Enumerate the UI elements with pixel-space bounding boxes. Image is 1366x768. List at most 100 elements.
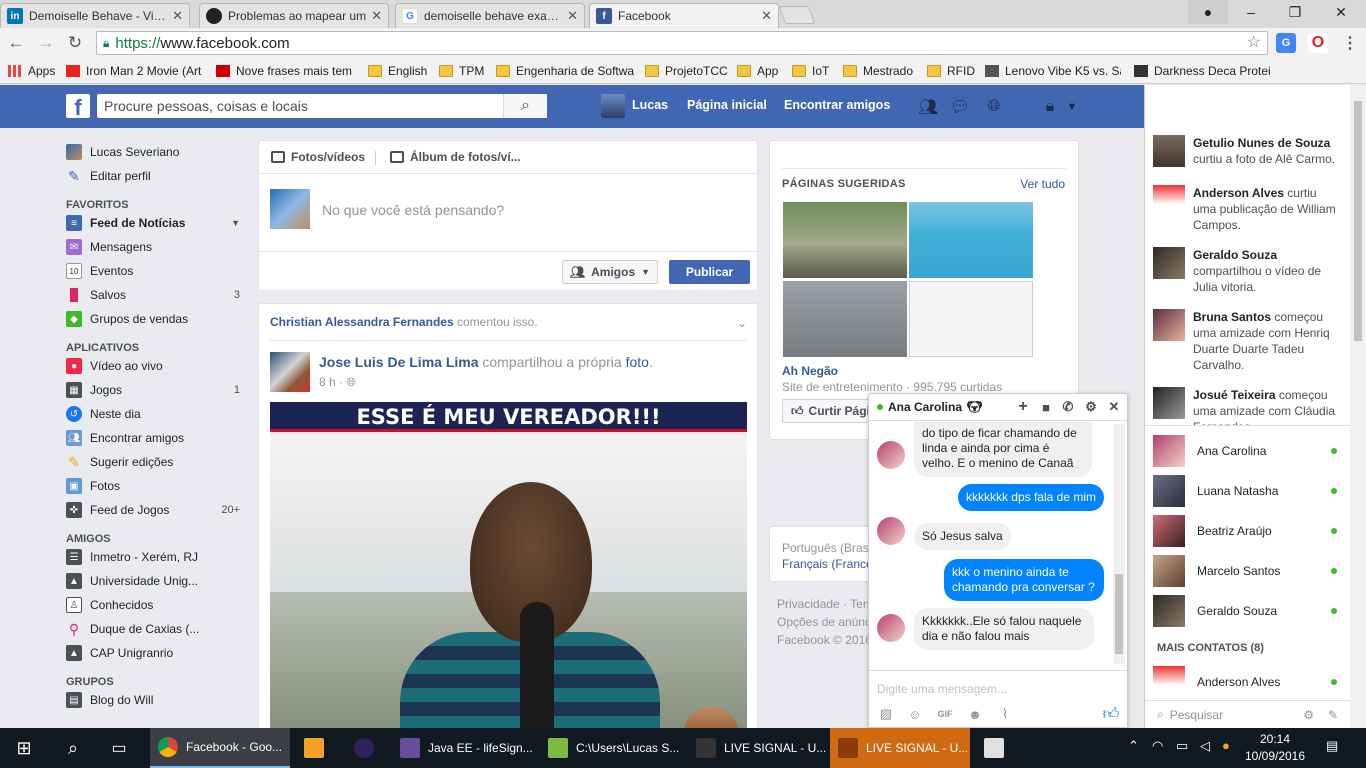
photo-link[interactable]: foto: [626, 354, 649, 370]
taskbar-app-media[interactable]: [296, 728, 340, 768]
bookmark-folder-projetotcc[interactable]: ProjetoTCC: [645, 62, 731, 80]
sidebar-item-news-feed[interactable]: ≡ Feed de Notícias ▼: [66, 211, 246, 235]
like-thumb-icon[interactable]: 👍︎: [1102, 705, 1120, 723]
friend-requests-icon[interactable]: 👥︎: [918, 97, 938, 117]
forward-icon[interactable]: →: [34, 31, 58, 55]
emoji-icon[interactable]: ☻: [966, 705, 984, 723]
task-view-icon[interactable]: ▭: [96, 728, 142, 768]
ticker-item[interactable]: Geraldo Souza compartilhou o vídeo de Ju…: [1153, 247, 1343, 295]
author-link[interactable]: Jose Luis De Lima Lima: [319, 354, 479, 370]
chat-contact-name[interactable]: Ana Carolina: [888, 400, 962, 414]
start-button[interactable]: ⊞: [0, 728, 48, 768]
chat-contact[interactable]: Beatriz Araújo: [1153, 514, 1343, 548]
profile-link[interactable]: Lucas Severiano: [66, 140, 246, 164]
close-tab-icon[interactable]: ✕: [371, 8, 382, 24]
close-icon[interactable]: ✕: [1105, 398, 1123, 416]
gear-icon[interactable]: ⚙: [1303, 708, 1314, 722]
chat-scrollbar[interactable]: [1113, 424, 1125, 664]
suggested-page-name[interactable]: Ah Negão: [782, 364, 838, 378]
account-menu-icon[interactable]: ▼: [1062, 97, 1082, 117]
bookmark-folder-app[interactable]: App: [737, 62, 785, 80]
close-tab-icon[interactable]: ✕: [761, 8, 772, 24]
page-scrollbar[interactable]: [1350, 85, 1366, 728]
language-link[interactable]: Français (France): [782, 557, 877, 571]
publish-button[interactable]: Publicar: [669, 260, 750, 284]
sidebar-item-sale-groups[interactable]: ◆ Grupos de vendas: [66, 307, 246, 331]
sidebar-item-messages[interactable]: ✉ Mensagens: [66, 235, 246, 259]
status-input[interactable]: No que você está pensando?: [322, 202, 504, 218]
facebook-logo-icon[interactable]: f: [66, 94, 90, 120]
close-window-icon[interactable]: ✕: [1318, 0, 1364, 24]
bookmark-folder-iot[interactable]: IoT: [792, 62, 836, 80]
sidebar-item-on-this-day[interactable]: ↺ Neste dia: [66, 402, 246, 426]
close-tab-icon[interactable]: ✕: [567, 8, 578, 24]
bookmark-folder-tpm[interactable]: TPM: [439, 62, 489, 80]
ticker-item[interactable]: Bruna Santos começou uma amizade com Hen…: [1153, 309, 1343, 373]
add-people-icon[interactable]: +: [1014, 398, 1032, 416]
chat-header[interactable]: Ana Carolina 🐨︎ + ■ ✆ ⚙ ✕: [869, 394, 1127, 421]
edit-profile-link[interactable]: ✎ Editar perfil: [66, 164, 246, 188]
post-timestamp[interactable]: 8 h · 🌐︎: [319, 375, 356, 390]
address-bar[interactable]: 🔒︎ https:// www.facebook.com ☆: [96, 31, 1268, 55]
scrollbar-thumb[interactable]: [1354, 101, 1362, 341]
back-icon[interactable]: ←: [4, 31, 28, 55]
bookmark-lenovo[interactable]: Lenovo Vibe K5 vs. Sa: [985, 62, 1121, 80]
taskbar-app-chrome[interactable]: Facebook - Goo...: [150, 728, 290, 768]
image-icon[interactable]: ▨: [877, 705, 895, 723]
sidebar-item-friend-list[interactable]: ⚲ Duque de Caxias (...: [66, 617, 246, 641]
audience-selector[interactable]: 👥︎ Amigos ▼: [562, 260, 658, 284]
chat-contact[interactable]: Anderson Alves: [1153, 665, 1343, 699]
chat-search-input[interactable]: ⌕ Pesquisar ⚙ ✎: [1145, 700, 1350, 728]
browser-tab-google[interactable]: G demoiselle behave examp ✕: [395, 3, 585, 28]
ticker-item[interactable]: Josué Teixeira começou uma amizade com C…: [1153, 387, 1343, 425]
story-actor-link[interactable]: Christian Alessandra Fernandes: [270, 315, 454, 329]
taskbar-app-java-ee[interactable]: Java EE - lifeSign...: [392, 728, 532, 768]
reload-icon[interactable]: ↻: [63, 31, 87, 55]
ticker-item[interactable]: Anderson Alves curtiu uma publicação de …: [1153, 185, 1343, 233]
bookmark-folder-mestrado[interactable]: Mestrado: [843, 62, 917, 80]
browser-tab-linkedin[interactable]: in Demoiselle Behave - Visão ✕: [0, 3, 190, 28]
system-clock[interactable]: 20:14 10/09/2016: [1244, 731, 1306, 765]
sticker-icon[interactable]: ☺: [906, 705, 924, 723]
search-icon[interactable]: ⌕: [50, 728, 96, 768]
chat-contact[interactable]: Luana Natasha: [1153, 474, 1343, 508]
bookmark-star-icon[interactable]: ☆: [1247, 32, 1261, 52]
tab-photo-album[interactable]: Álbum de fotos/ví...: [390, 150, 521, 164]
post-photo[interactable]: ESSE É MEU VEREADOR!!!: [270, 402, 747, 742]
sidebar-item-events[interactable]: 10 Eventos: [66, 259, 246, 283]
sidebar-item-friend-list[interactable]: ♙ Conhecidos: [66, 593, 246, 617]
chat-contact[interactable]: Ana Carolina: [1153, 434, 1343, 468]
taskbar-app-java[interactable]: [976, 728, 1020, 768]
sidebar-item-games[interactable]: ▦ Jogos 1: [66, 378, 246, 402]
phone-icon[interactable]: ✆: [1059, 398, 1077, 416]
gif-icon[interactable]: GIF: [936, 705, 954, 723]
minimize-icon[interactable]: –: [1228, 0, 1274, 24]
sidebar-item-saved[interactable]: Salvos 3: [66, 283, 246, 307]
chrome-menu-icon[interactable]: ⋮: [1340, 33, 1360, 53]
app-tray-icon[interactable]: ●: [1222, 738, 1230, 753]
taskbar-app-notepad[interactable]: C:\Users\Lucas S...: [540, 728, 680, 768]
sidebar-item-find-friends[interactable]: 👥︎ Encontrar amigos: [66, 426, 246, 450]
nav-profile-link[interactable]: Lucas: [632, 98, 668, 112]
sidebar-item-friend-list[interactable]: ▲ Universidade Unig...: [66, 569, 246, 593]
chat-contact[interactable]: Marcelo Santos: [1153, 554, 1343, 588]
facebook-search-input[interactable]: Procure pessoas, coisas e locais ⌕: [97, 94, 547, 118]
notifications-globe-icon[interactable]: 🌐︎: [984, 97, 1004, 117]
battery-icon[interactable]: ▭: [1176, 738, 1188, 754]
nav-avatar[interactable]: [601, 94, 625, 118]
suggested-page-photo[interactable]: [783, 202, 907, 278]
taskbar-app-live-signal[interactable]: LIVE SIGNAL - U...: [830, 728, 970, 768]
chat-message-input[interactable]: Digite uma mensagem...: [877, 682, 1007, 696]
bookmark-apps[interactable]: Apps: [8, 62, 64, 80]
attachment-icon[interactable]: ⌇: [996, 705, 1014, 723]
browser-tab-github[interactable]: Problemas ao mapear um ✕: [199, 3, 389, 28]
suggested-page-photo[interactable]: [909, 281, 1033, 357]
bookmark-folder-english[interactable]: English: [368, 62, 430, 80]
translate-extension-icon[interactable]: G: [1276, 33, 1296, 53]
tab-photos-videos[interactable]: Fotos/vídeos: [271, 150, 365, 164]
maximize-icon[interactable]: ❐: [1272, 0, 1318, 24]
sidebar-item-suggest-edits[interactable]: ✎ Sugerir edições: [66, 450, 246, 474]
scrollbar-thumb[interactable]: [1115, 574, 1123, 654]
nav-find-friends-link[interactable]: Encontrar amigos: [784, 98, 890, 112]
search-icon[interactable]: ⌕: [503, 94, 547, 118]
